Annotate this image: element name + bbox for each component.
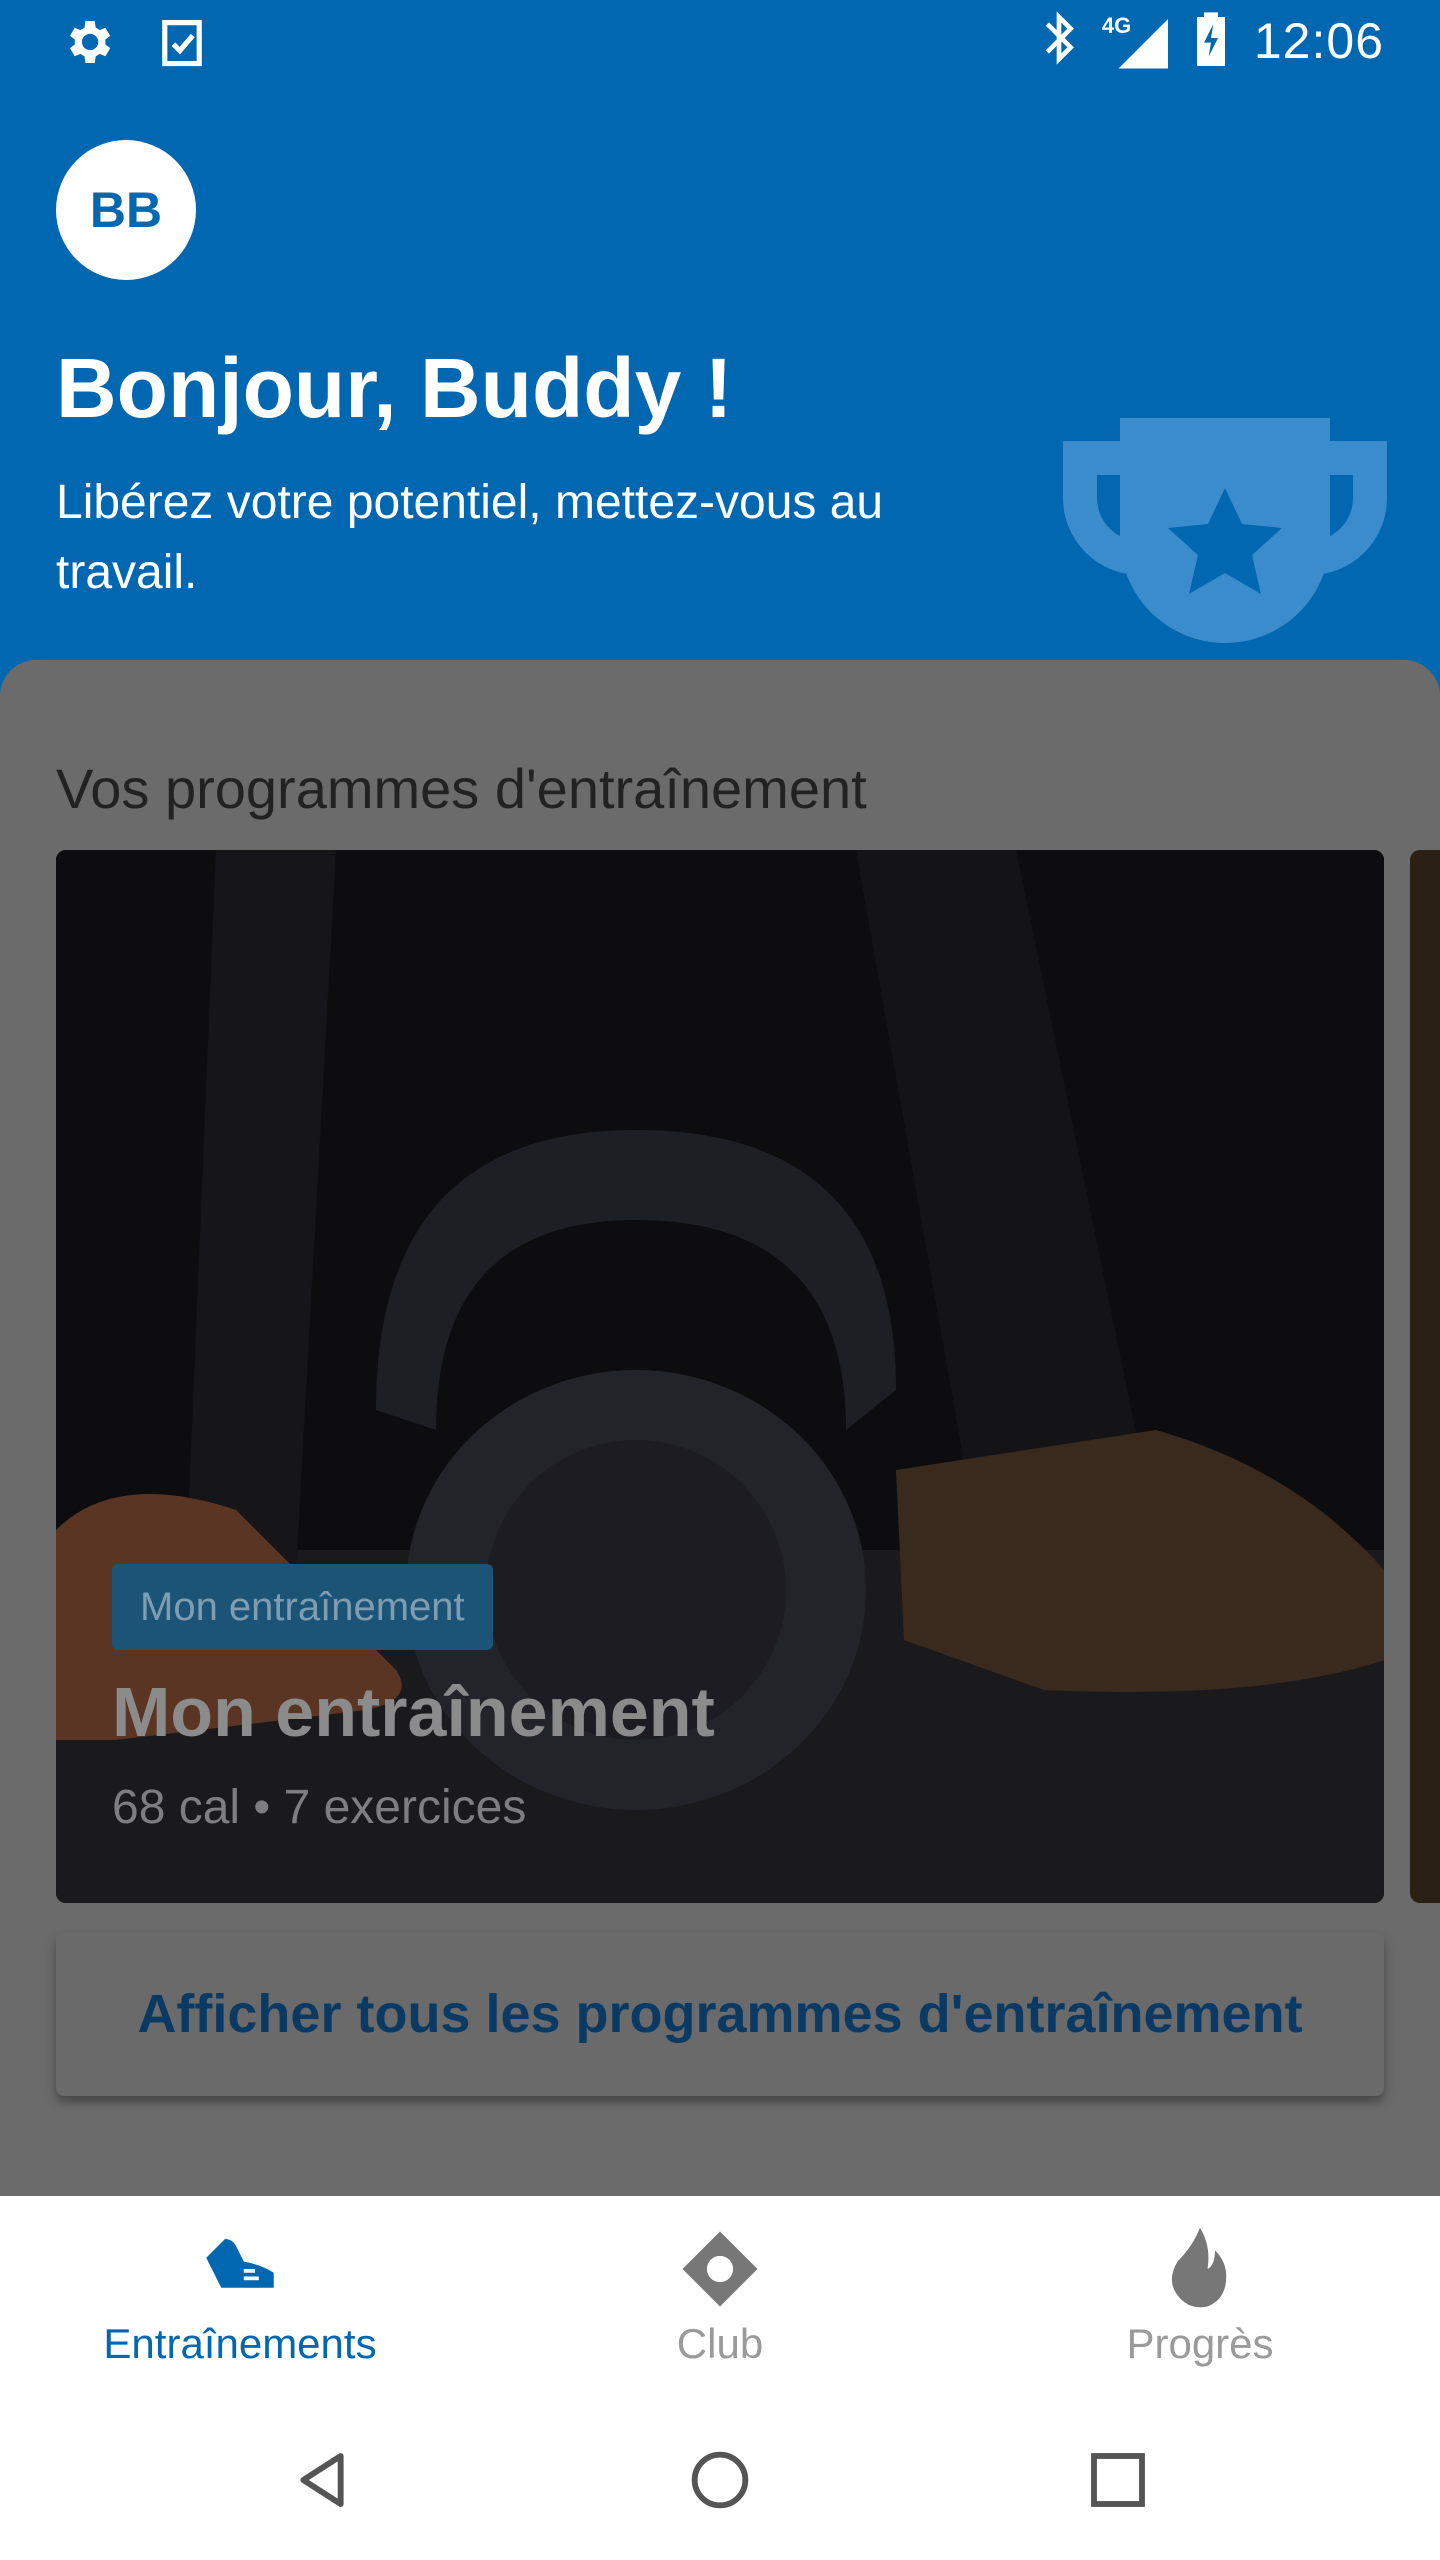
content-area: Vos programmes d'entraînement Mon entraî…	[0, 660, 1440, 2196]
nav-item-club[interactable]: Club	[480, 2196, 960, 2396]
program-card[interactable]: Mon entraînement Mon entraînement 68 cal…	[56, 850, 1384, 1903]
location-diamond-icon	[682, 2231, 758, 2307]
avatar[interactable]: BB	[56, 140, 196, 280]
back-icon[interactable]	[290, 2448, 354, 2512]
bluetooth-icon	[1042, 10, 1076, 71]
nav-item-entrainements[interactable]: Entraînements	[0, 2196, 480, 2396]
clock: 12:06	[1253, 12, 1384, 69]
subtitle: Libérez votre potentiel, mettez-vous au …	[56, 476, 884, 599]
bottom-nav: Entraînements Club Progrès	[0, 2196, 1440, 2396]
recents-icon[interactable]	[1086, 2448, 1150, 2512]
nav-label-progres: Progrès	[1126, 2320, 1274, 2367]
flame-icon	[1171, 2227, 1227, 2308]
program-badge: Mon entraînement	[112, 1564, 493, 1650]
home-icon[interactable]	[688, 2448, 752, 2512]
page-title: Bonjour, Buddy !	[56, 341, 733, 435]
header: 4G 12:06 BB Bonjour, Buddy ! Libérez vot…	[0, 0, 1440, 700]
system-nav-bar	[0, 2396, 1440, 2560]
trophy-icon	[1063, 418, 1387, 643]
nav-item-progres[interactable]: Progrès	[960, 2196, 1440, 2396]
status-bar: 4G 12:06	[0, 0, 1440, 84]
battery-charging-icon	[1194, 10, 1228, 71]
nav-label-club: Club	[676, 2320, 764, 2367]
program-card-next[interactable]	[1410, 850, 1440, 1903]
section-title: Vos programmes d'entraînement	[56, 757, 867, 820]
program-meta: 68 cal • 7 exercices	[112, 1781, 527, 1834]
shoe-icon	[206, 2239, 274, 2288]
settings-icon	[60, 14, 116, 75]
signal-icon: 4G	[1102, 13, 1168, 69]
nav-label-entrainements: Entraînements	[103, 2320, 377, 2367]
program-title: Mon entraînement	[112, 1673, 715, 1751]
view-all-programs-button[interactable]: Afficher tous les programmes d'entraînem…	[56, 1932, 1384, 2096]
clipboard-check-icon	[156, 14, 208, 75]
